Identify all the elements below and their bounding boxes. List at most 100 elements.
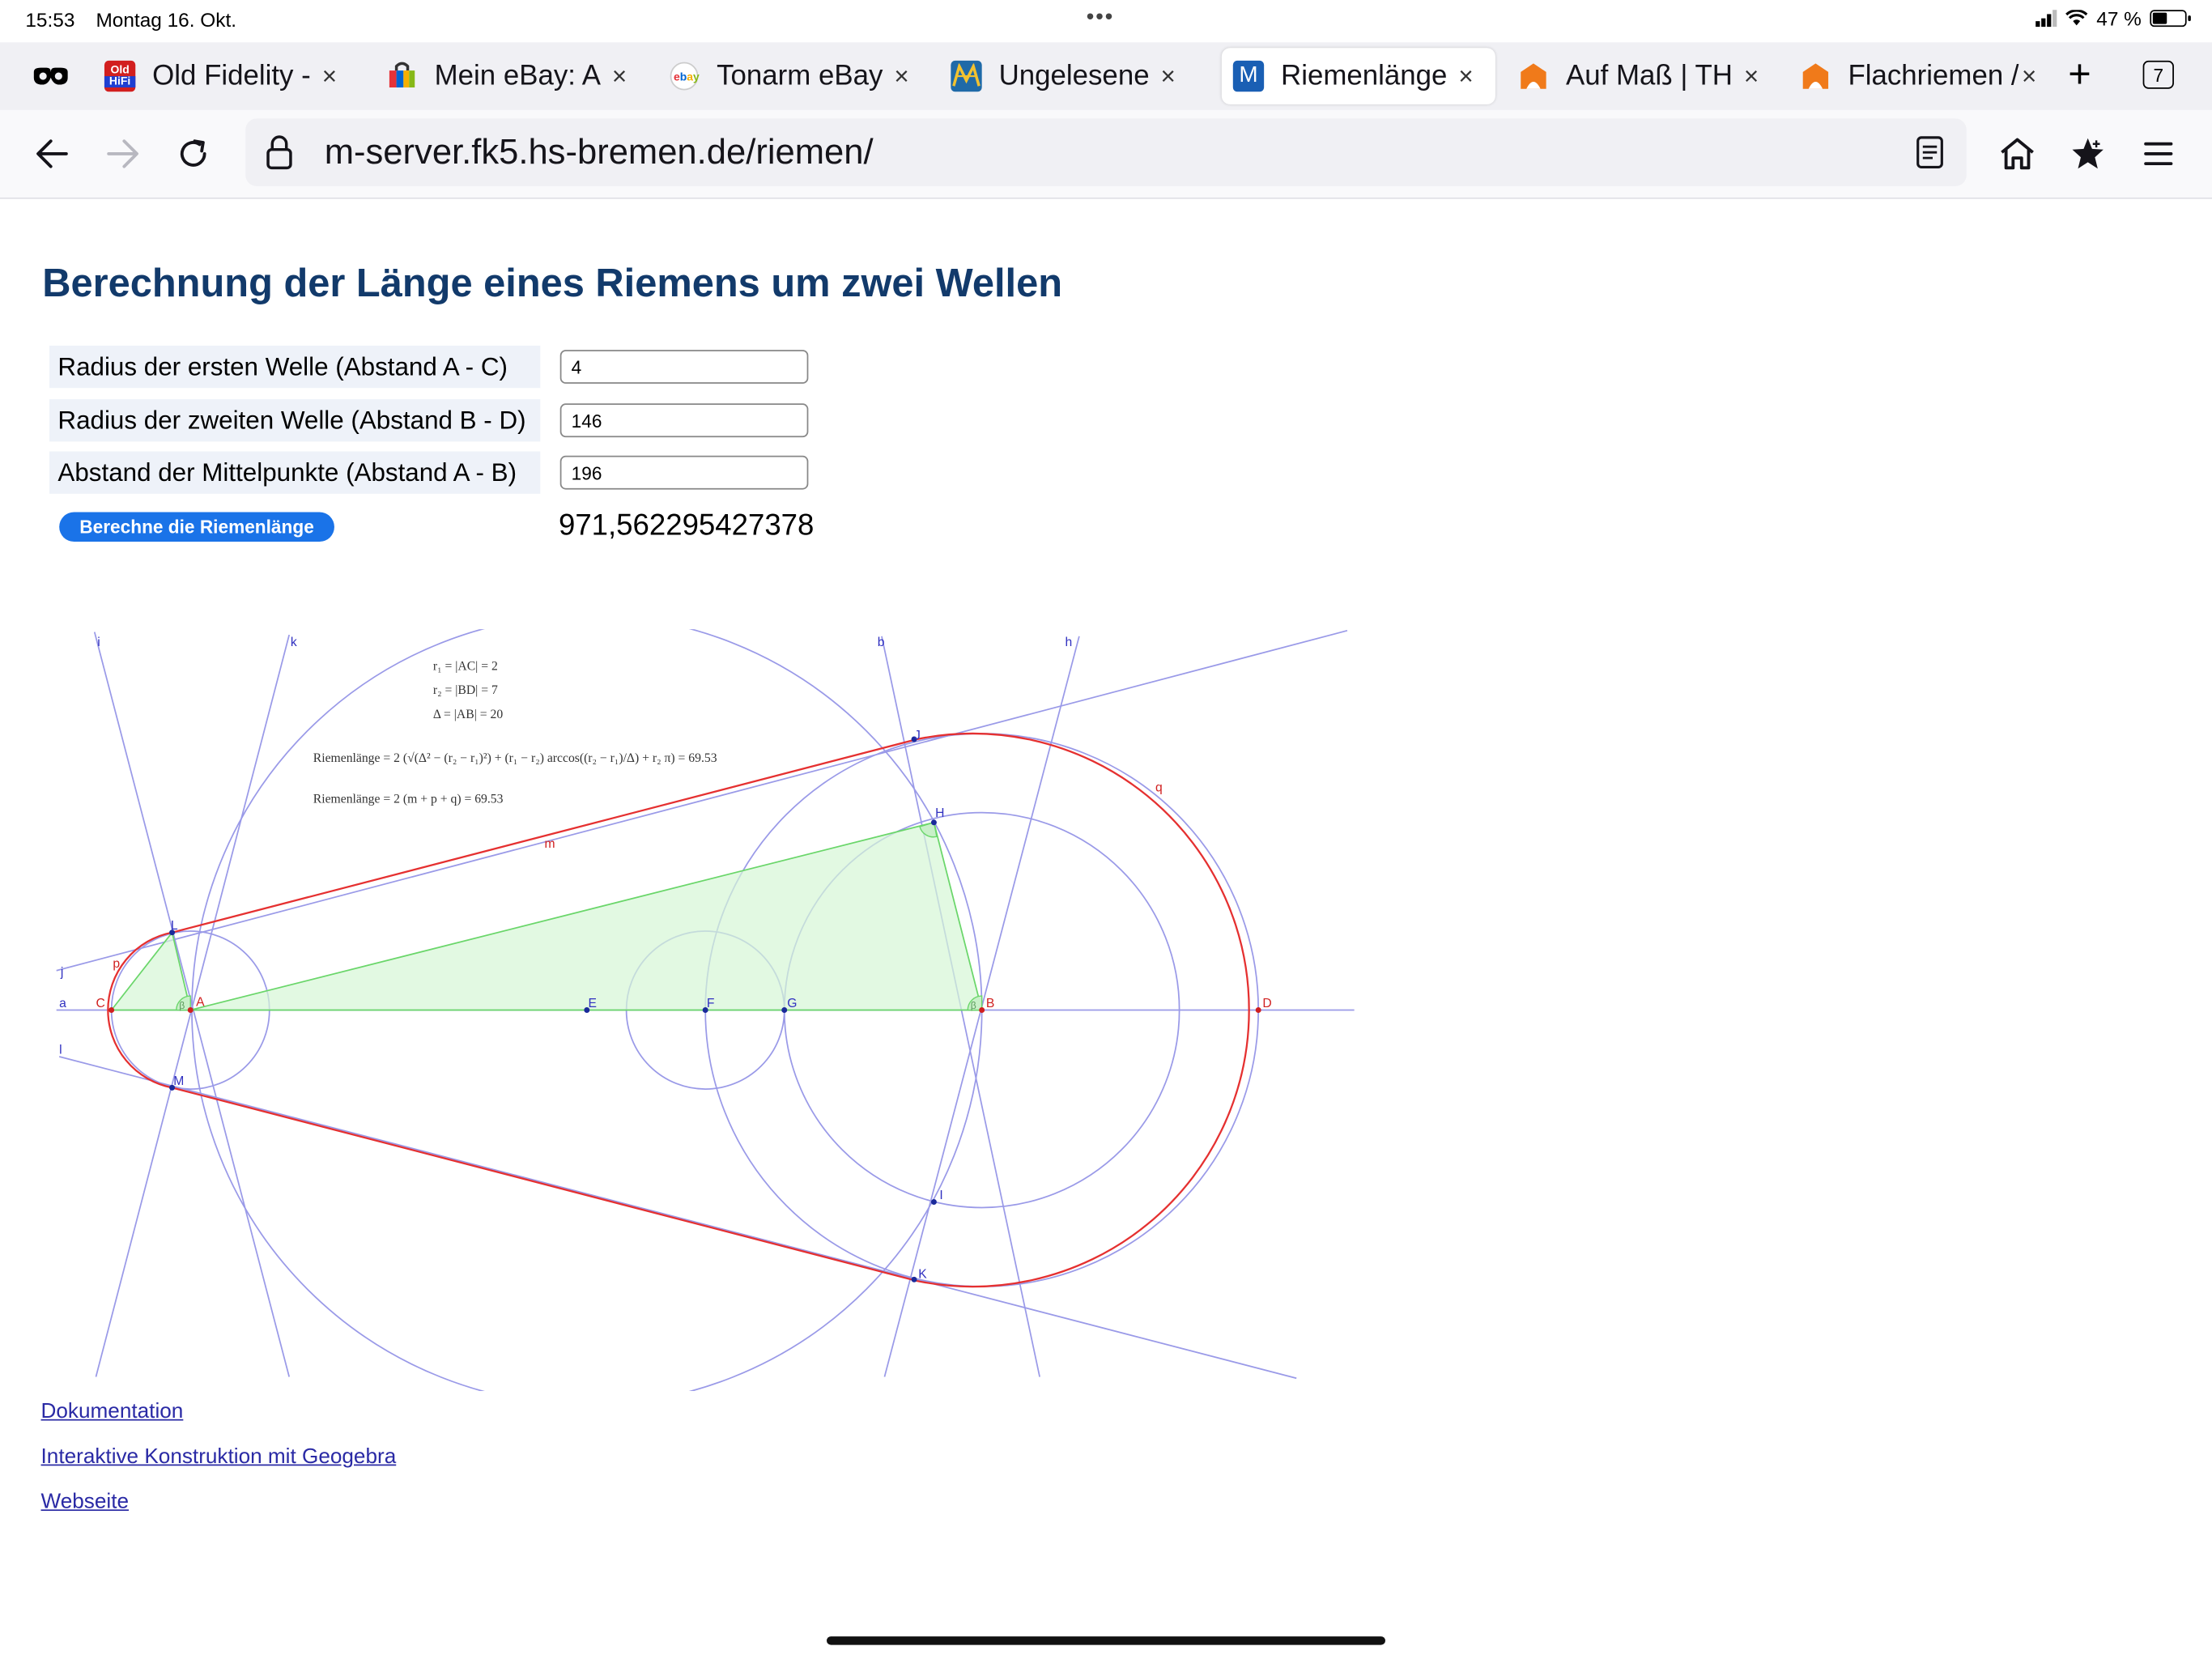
battery-level: [2152, 12, 2167, 24]
label-beta-a: β: [179, 1000, 185, 1011]
tab-tonarm-ebay[interactable]: ebay Tonarm eBay ×: [657, 48, 925, 104]
private-mask-icon[interactable]: [31, 57, 70, 96]
home-indicator[interactable]: [827, 1636, 1385, 1645]
link-geogebra[interactable]: Interaktive Konstruktion mit Geogebra: [41, 1444, 397, 1469]
favicon-text-hifi: HiFi: [104, 75, 136, 88]
tab-mein-ebay[interactable]: Mein eBay: A ×: [375, 48, 643, 104]
battery-percent: 47 %: [2096, 6, 2142, 30]
forward-arrow-icon[interactable]: [99, 130, 147, 177]
radius-2-input[interactable]: [559, 403, 809, 438]
home-icon[interactable]: [1993, 130, 2041, 177]
reader-view-icon[interactable]: [1916, 135, 1944, 177]
label-radius-2: Radius der zweiten Welle (Abstand B - D): [49, 399, 541, 442]
navigation-bar: m-server.fk5.hs-bremen.de/riemen/: [0, 109, 2212, 199]
triangle-right: [190, 821, 983, 1011]
label-g: G: [787, 997, 797, 1010]
calculate-button[interactable]: Berechne die Riemenlänge: [59, 512, 334, 542]
ebay-favicon-icon: ebay: [669, 61, 700, 91]
point-a: [187, 1007, 194, 1014]
status-time: 15:53: [25, 8, 75, 32]
label-line-b: b: [878, 636, 885, 649]
belt-segment-m-bottom: [172, 1087, 917, 1283]
formulas: r₁ = |AC| = 2 r₂ = |BD| = 7 Δ = |AB| = 2…: [313, 660, 717, 806]
close-tab-icon[interactable]: ×: [1458, 62, 1473, 91]
label-e: E: [589, 997, 597, 1010]
page-content: Berechnung der Länge eines Riemens um zw…: [0, 199, 2212, 1659]
label-distance: Abstand der Mittelpunkte (Abstand A - B): [49, 451, 541, 494]
status-right: 47 %: [2035, 6, 2191, 30]
label-j: J: [914, 729, 921, 742]
label-line-h: h: [1065, 636, 1072, 649]
label-h: H: [935, 806, 944, 820]
label-k: K: [918, 1268, 927, 1282]
radius-1-input[interactable]: [559, 350, 809, 384]
menu-hamburger-icon[interactable]: [2134, 130, 2182, 177]
label-line-p: p: [113, 957, 120, 971]
label-line-i: i: [97, 636, 100, 649]
reload-icon[interactable]: [169, 130, 217, 177]
point-h: [930, 819, 937, 826]
svg-text:ebay: ebay: [674, 70, 700, 83]
tab-riemenlaenge[interactable]: M Riemenlänge ×: [1221, 48, 1495, 104]
oldhifi-favicon-icon: Old HiFi: [104, 60, 136, 92]
label-line-m: m: [545, 837, 555, 851]
link-webseite[interactable]: Webseite: [41, 1490, 129, 1514]
battery-icon: [2150, 10, 2191, 28]
tab-auf-mass[interactable]: Auf Maß | TH ×: [1507, 48, 1775, 104]
belt-construction-diagram: C A B D E F G H I J K L M β β i k b h j …: [56, 629, 1355, 1391]
bookmark-star-icon[interactable]: [2064, 130, 2112, 177]
tab-old-fidelity[interactable]: Old HiFi Old Fidelity - ×: [93, 48, 361, 104]
close-tab-icon[interactable]: ×: [2022, 62, 2036, 91]
label-beta-b: β: [971, 1000, 976, 1011]
formula-r1: r₁ = |AC| = 2: [433, 660, 498, 674]
tab-flachriemen[interactable]: Flachriemen / ×: [1789, 48, 2051, 104]
point-c: [108, 1007, 115, 1014]
back-arrow-icon[interactable]: [28, 130, 76, 177]
label-i: I: [939, 1189, 942, 1202]
point-i: [930, 1198, 937, 1205]
label-c: C: [96, 997, 104, 1010]
label-a: A: [196, 995, 205, 1009]
lock-icon[interactable]: [266, 134, 294, 178]
close-tab-icon[interactable]: ×: [322, 62, 337, 91]
label-d: D: [1262, 997, 1271, 1010]
close-tab-icon[interactable]: ×: [894, 62, 908, 91]
formula-riemen-1: Riemenlänge = 2 (√(Δ² − (r₂ − r₁)²) + (r…: [313, 751, 717, 765]
tab-count-button[interactable]: 7: [2142, 60, 2174, 89]
distance-input[interactable]: [559, 455, 809, 490]
url-text[interactable]: m-server.fk5.hs-bremen.de/riemen/: [325, 133, 874, 174]
label-f: F: [707, 997, 715, 1010]
orange-favicon-icon: [1518, 61, 1549, 91]
status-date: Montag 16. Okt.: [96, 8, 237, 32]
label-radius-1: Radius der ersten Welle (Abstand A - C): [49, 345, 541, 389]
point-d: [1255, 1007, 1261, 1014]
tab-label: Old Fidelity -: [152, 60, 311, 91]
close-tab-icon[interactable]: ×: [612, 62, 627, 91]
tab-label: Ungelesene: [998, 60, 1150, 91]
label-line-l: l: [59, 1044, 62, 1057]
formula-r2: r₂ = |BD| = 7: [433, 683, 498, 697]
tab-label: Mein eBay: A: [434, 60, 601, 91]
m-favicon-icon: M: [1232, 60, 1265, 92]
wifi-icon: [2065, 10, 2088, 26]
close-tab-icon[interactable]: ×: [1744, 62, 1759, 91]
new-tab-plus-icon[interactable]: +: [2068, 53, 2091, 96]
tab-label: Flachriemen /: [1848, 60, 2019, 91]
link-dokumentation[interactable]: Dokumentation: [41, 1399, 184, 1423]
label-line-q: q: [1155, 781, 1163, 794]
tab-ungelesene[interactable]: Ungelesene ×: [939, 48, 1207, 104]
page-title: Berechnung der Länge eines Riemens um zw…: [42, 261, 1063, 305]
close-tab-icon[interactable]: ×: [1161, 62, 1176, 91]
label-line-a: a: [59, 997, 66, 1010]
point-k: [911, 1276, 917, 1283]
tab-label: Auf Maß | TH: [1566, 60, 1733, 91]
url-bar[interactable]: m-server.fk5.hs-bremen.de/riemen/: [245, 118, 1967, 186]
label-b: B: [986, 997, 994, 1010]
tab-label: Tonarm eBay: [717, 60, 883, 91]
point-b: [979, 1007, 985, 1014]
tab-label: Riemenlänge: [1281, 60, 1448, 91]
cellular-signal-icon: [2035, 10, 2057, 28]
tab-bar: Old HiFi Old Fidelity - × Mein eBay: A × …: [0, 42, 2212, 110]
multitasking-dots-icon[interactable]: •••: [1087, 6, 1115, 31]
ebay-bag-icon: [386, 61, 417, 91]
